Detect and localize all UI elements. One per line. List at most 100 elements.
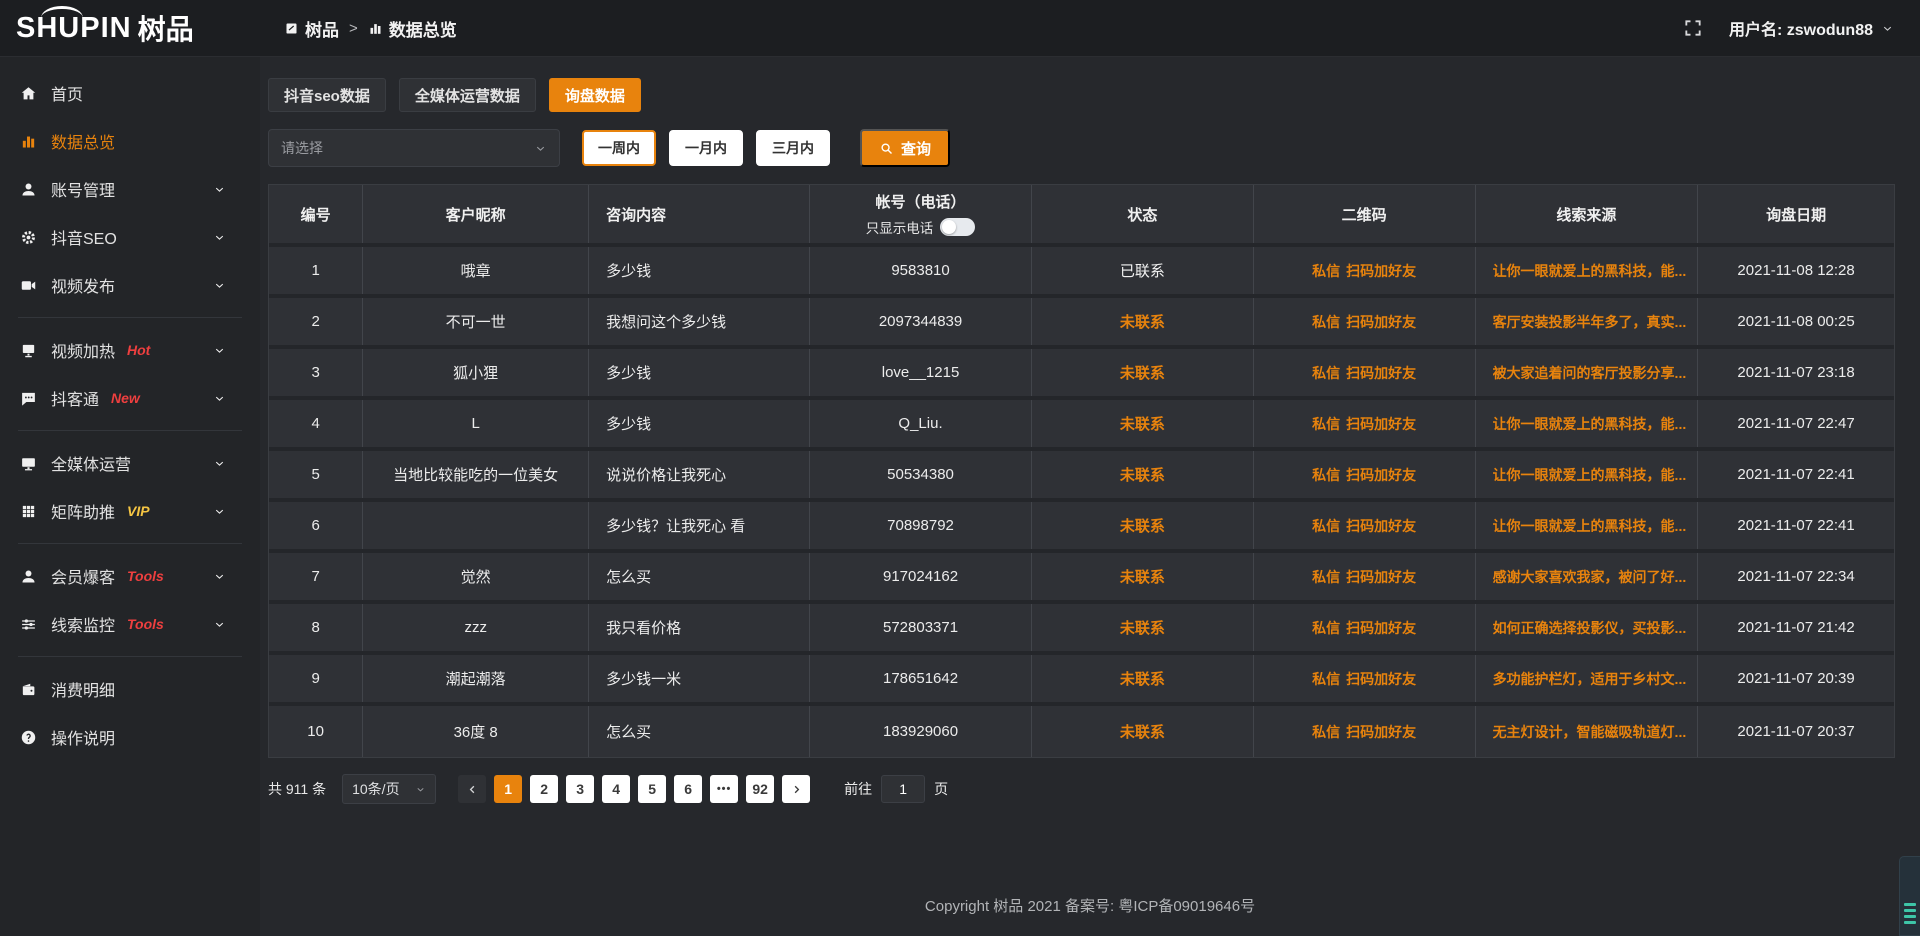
sidebar-item-会员爆客[interactable]: 会员爆客Tools: [0, 552, 260, 600]
sidebar-item-线索监控[interactable]: 线索监控Tools: [0, 600, 260, 648]
sidebar-badge: Tools: [127, 568, 164, 584]
pagination-page-1[interactable]: 1: [494, 775, 522, 803]
sidebar: SHUPIN 树品 首页数据总览账号管理抖音SEO视频发布视频加热Hot抖客通N…: [0, 0, 260, 936]
qr-action-私信[interactable]: 私信: [1312, 414, 1340, 434]
goto-page-input[interactable]: [881, 775, 925, 803]
qr-action-私信[interactable]: 私信: [1312, 669, 1340, 689]
qr-action-私信[interactable]: 私信: [1312, 516, 1340, 536]
cell-qr: 私信扫码加好友: [1254, 655, 1476, 702]
sidebar-item-全媒体运营[interactable]: 全媒体运营: [0, 439, 260, 487]
cell-status: 已联系: [1032, 247, 1254, 294]
sidebar-item-账号管理[interactable]: 账号管理: [0, 165, 260, 213]
sidebar-item-矩阵助推[interactable]: 矩阵助推 VIP: [0, 487, 260, 535]
source-link[interactable]: 无主灯设计，智能磁吸轨道灯...: [1493, 722, 1687, 742]
main-content: 抖音seo数据全媒体运营数据询盘数据 请选择 一周内一月内三月内 查询 编号客户…: [260, 57, 1920, 936]
tab-询盘数据[interactable]: 询盘数据: [549, 78, 641, 112]
source-link[interactable]: 让你一眼就爱上的黑科技，能...: [1493, 414, 1687, 434]
breadcrumb-item-树品[interactable]: 树品: [284, 16, 339, 41]
sidebar-item-操作说明[interactable]: 操作说明: [0, 713, 260, 761]
fullscreen-icon[interactable]: [1683, 18, 1703, 38]
sidebar-badge: VIP: [127, 503, 150, 519]
source-link[interactable]: 如何正确选择投影仪，买投影...: [1493, 618, 1687, 638]
qr-action-私信[interactable]: 私信: [1312, 261, 1340, 281]
goto-suffix: 页: [934, 779, 948, 799]
source-link[interactable]: 让你一眼就爱上的黑科技，能...: [1493, 261, 1687, 281]
pagination-page-92[interactable]: 92: [746, 775, 774, 803]
qr-action-私信[interactable]: 私信: [1312, 363, 1340, 383]
range-button-三月内[interactable]: 三月内: [756, 130, 830, 166]
table-row: 1036度 8怎么买183929060未联系私信扫码加好友无主灯设计，智能磁吸轨…: [269, 706, 1894, 757]
qr-action-扫码加好友[interactable]: 扫码加好友: [1346, 363, 1416, 383]
source-link[interactable]: 让你一眼就爱上的黑科技，能...: [1493, 465, 1687, 485]
sidebar-item-数据总览[interactable]: 数据总览: [0, 117, 260, 165]
chevron-down-icon: [534, 142, 547, 155]
sidebar-divider: [18, 430, 242, 431]
table-row: 5当地比较能吃的一位美女说说价格让我死心50534380未联系私信扫码加好友让你…: [269, 451, 1894, 502]
qr-action-私信[interactable]: 私信: [1312, 312, 1340, 332]
qr-action-私信[interactable]: 私信: [1312, 722, 1340, 742]
breadcrumb: 树品>数据总览: [284, 16, 457, 41]
status-badge: 未联系: [1120, 362, 1165, 383]
qr-action-扫码加好友[interactable]: 扫码加好友: [1346, 465, 1416, 485]
table-row: 9潮起潮落多少钱一米178651642未联系私信扫码加好友多功能护栏灯，适用于乡…: [269, 655, 1894, 706]
cell-source: 让你一眼就爱上的黑科技，能...: [1476, 451, 1699, 498]
brand-logo: SHUPIN 树品: [0, 0, 260, 57]
qr-action-扫码加好友[interactable]: 扫码加好友: [1346, 312, 1416, 332]
range-button-一月内[interactable]: 一月内: [669, 130, 743, 166]
cell-date: 2021-11-07 21:42: [1698, 604, 1894, 651]
query-button[interactable]: 查询: [860, 129, 950, 167]
pagination-page-6[interactable]: 6: [674, 775, 702, 803]
qr-action-扫码加好友[interactable]: 扫码加好友: [1346, 618, 1416, 638]
member-icon: [20, 568, 37, 585]
cell-date: 2021-11-07 22:47: [1698, 400, 1894, 447]
pagination-page-3[interactable]: 3: [566, 775, 594, 803]
phone-only-toggle[interactable]: [940, 218, 975, 236]
source-link[interactable]: 多功能护栏灯，适用于乡村文...: [1493, 669, 1687, 689]
tab-全媒体运营数据[interactable]: 全媒体运营数据: [399, 78, 536, 112]
pagination-more[interactable]: •••: [710, 775, 738, 803]
page-size-select[interactable]: 10条/页: [342, 774, 436, 804]
sidebar-item-视频发布[interactable]: 视频发布: [0, 261, 260, 309]
filter-bar: 请选择 一周内一月内三月内 查询: [268, 129, 1895, 167]
goto-prefix: 前往: [844, 779, 872, 799]
next-page-button[interactable]: [782, 775, 810, 803]
sidebar-item-视频加热[interactable]: 视频加热Hot: [0, 326, 260, 374]
filter-select[interactable]: 请选择: [268, 129, 560, 167]
cell-account: 178651642: [810, 655, 1032, 702]
qr-action-扫码加好友[interactable]: 扫码加好友: [1346, 516, 1416, 536]
sidebar-item-首页[interactable]: 首页: [0, 69, 260, 117]
breadcrumb-item-数据总览[interactable]: 数据总览: [368, 16, 457, 41]
home-icon: [20, 85, 37, 102]
sidebar-item-抖客通[interactable]: 抖客通New: [0, 374, 260, 422]
sidebar-item-label: 矩阵助推: [51, 499, 115, 523]
sidebar-item-消费明细[interactable]: 消费明细: [0, 665, 260, 713]
user-menu[interactable]: 用户名: zswodun88: [1729, 16, 1894, 40]
prev-page-button[interactable]: [458, 775, 486, 803]
range-buttons: 一周内一月内三月内: [560, 130, 830, 166]
cell-status: 未联系: [1032, 400, 1254, 447]
phone-only-row: 只显示电话: [866, 217, 976, 237]
pagination-page-5[interactable]: 5: [638, 775, 666, 803]
qr-action-扫码加好友[interactable]: 扫码加好友: [1346, 722, 1416, 742]
qr-action-私信[interactable]: 私信: [1312, 567, 1340, 587]
pagination-page-2[interactable]: 2: [530, 775, 558, 803]
source-link[interactable]: 让你一眼就爱上的黑科技，能...: [1493, 516, 1687, 536]
source-link[interactable]: 感谢大家喜欢我家，被问了好...: [1493, 567, 1687, 587]
cell-status: 未联系: [1032, 706, 1254, 757]
floating-widget[interactable]: [1899, 856, 1920, 936]
pagination-page-4[interactable]: 4: [602, 775, 630, 803]
cell-qr: 私信扫码加好友: [1254, 349, 1476, 396]
qr-action-私信[interactable]: 私信: [1312, 465, 1340, 485]
sidebar-item-抖音SEO[interactable]: 抖音SEO: [0, 213, 260, 261]
source-link[interactable]: 客厅安装投影半年多了，真实...: [1493, 312, 1687, 332]
cell-qr: 私信扫码加好友: [1254, 298, 1476, 345]
qr-action-私信[interactable]: 私信: [1312, 618, 1340, 638]
qr-action-扫码加好友[interactable]: 扫码加好友: [1346, 261, 1416, 281]
tab-抖音seo数据[interactable]: 抖音seo数据: [268, 78, 386, 112]
range-button-一周内[interactable]: 一周内: [582, 130, 656, 166]
chevron-down-icon: [415, 784, 426, 795]
source-link[interactable]: 被大家追着问的客厅投影分享...: [1493, 363, 1687, 383]
qr-action-扫码加好友[interactable]: 扫码加好友: [1346, 567, 1416, 587]
qr-action-扫码加好友[interactable]: 扫码加好友: [1346, 669, 1416, 689]
qr-action-扫码加好友[interactable]: 扫码加好友: [1346, 414, 1416, 434]
